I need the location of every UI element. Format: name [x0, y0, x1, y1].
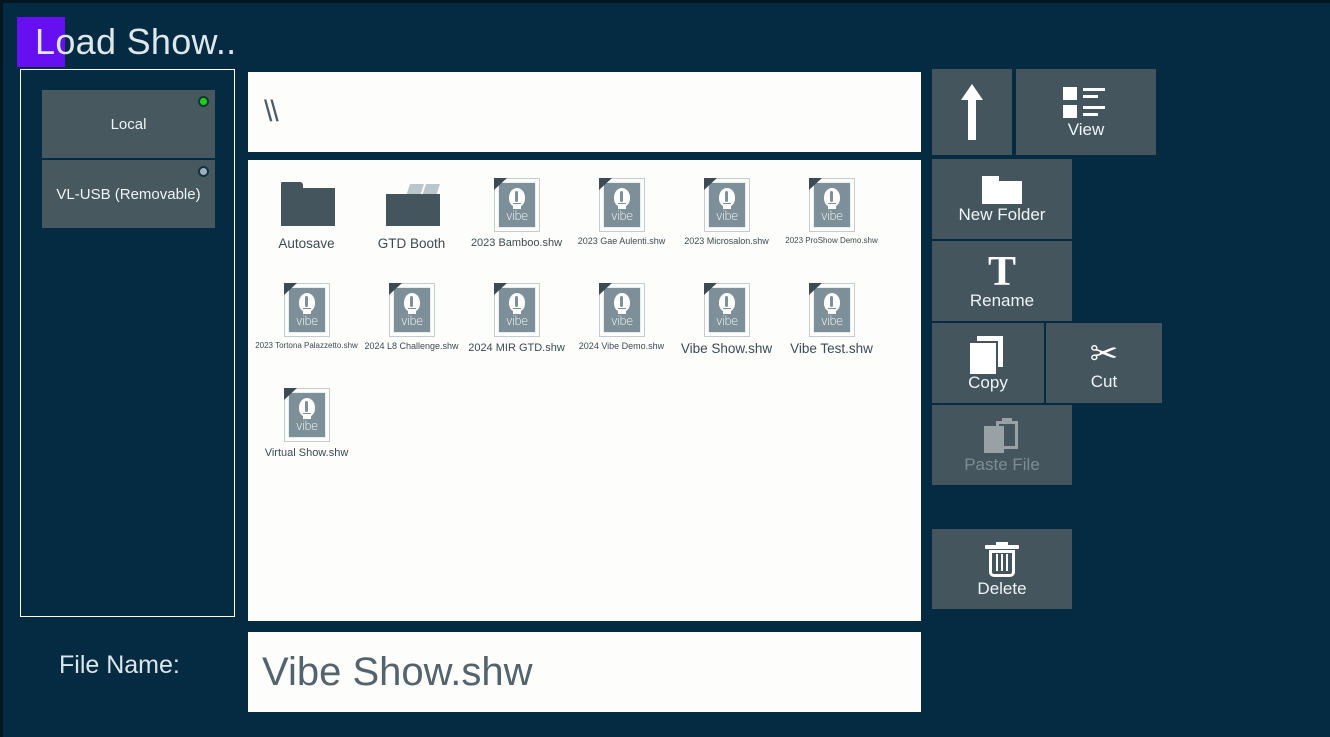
file-item[interactable]: vibe Virtual Show.shw [254, 380, 359, 485]
file-item-label: Virtual Show.shw [264, 447, 349, 459]
file-item-label: Vibe Show.shw [680, 341, 773, 356]
file-item-label: 2023 Microsalon.shw [684, 236, 769, 246]
shw-document-icon: vibe [382, 281, 442, 339]
rename-button[interactable]: T Rename [932, 241, 1072, 321]
copy-button-label: Copy [968, 372, 1008, 392]
navigate-up-button[interactable] [932, 69, 1012, 155]
file-item[interactable]: vibe 2023 Microsalon.shw [674, 170, 779, 275]
copy-button[interactable]: Copy [932, 323, 1044, 403]
trash-icon [984, 541, 1020, 578]
file-item[interactable]: vibe 2023 Tortona Palazzetto.shw [254, 275, 359, 380]
file-name-label: File Name: [59, 651, 180, 679]
drive-button-label: VL-USB (Removable) [56, 185, 201, 203]
file-item[interactable]: vibe Vibe Test.shw [779, 275, 884, 380]
drive-button-removable[interactable]: VL-USB (Removable) [42, 160, 215, 228]
drive-status-led [198, 166, 209, 177]
folder-icon [277, 176, 337, 234]
paste-file-button[interactable]: Paste File [932, 405, 1072, 485]
path-text: \\ [264, 95, 279, 128]
shw-document-icon: vibe [802, 281, 862, 339]
file-item[interactable]: vibe 2024 L8 Challenge.shw [359, 275, 464, 380]
shw-document-icon: vibe [487, 281, 547, 339]
clipboard-paste-icon [984, 417, 1020, 454]
shw-document-icon: vibe [697, 176, 757, 234]
file-item[interactable]: vibe 2023 Gae Aulenti.shw [569, 170, 674, 275]
text-t-icon: T [987, 248, 1016, 295]
file-item-label: 2024 MIR GTD.shw [468, 342, 565, 354]
file-item[interactable]: vibe 2024 MIR GTD.shw [464, 275, 569, 380]
drive-button-local[interactable]: Local [42, 90, 215, 158]
shw-document-icon: vibe [802, 176, 862, 234]
action-toolbar: View New Folder T Rename Copy ✂ Cut Past… [932, 69, 1172, 639]
file-item-label: 2023 Tortona Palazzetto.shw [255, 341, 358, 350]
rename-button-label: Rename [969, 290, 1035, 310]
file-item[interactable]: vibe Vibe Show.shw [674, 275, 779, 380]
cut-button-label: Cut [1090, 371, 1118, 391]
paste-file-button-label: Paste File [964, 454, 1040, 474]
new-folder-button[interactable]: New Folder [932, 159, 1072, 239]
scissors-icon: ✂ [1089, 334, 1119, 373]
up-arrow-icon [961, 84, 983, 140]
file-item[interactable]: vibe 2024 Vibe Demo.shw [569, 275, 674, 380]
file-name-input[interactable]: Vibe Show.shw [248, 632, 921, 712]
path-bar[interactable]: \\ [248, 72, 921, 152]
folder-item[interactable]: GTD Booth [359, 170, 464, 275]
file-item-label: Vibe Test.shw [790, 341, 873, 356]
file-item-label: 2023 Gae Aulenti.shw [577, 236, 666, 246]
file-item-label: 2024 Vibe Demo.shw [578, 341, 665, 351]
file-item-label: Autosave [278, 236, 335, 251]
file-item-label: 2023 Bamboo.shw [470, 237, 563, 249]
file-item[interactable]: vibe 2023 Bamboo.shw [464, 170, 569, 275]
drive-status-led [198, 96, 209, 107]
file-item-label: GTD Booth [377, 236, 446, 251]
list-view-icon [1063, 86, 1109, 119]
folder-icon [982, 175, 1022, 204]
shw-document-icon: vibe [592, 281, 652, 339]
file-item-label: 2023 ProShow Demo.shw [785, 236, 878, 245]
new-folder-button-label: New Folder [958, 204, 1046, 224]
drive-button-label: Local [110, 115, 147, 133]
delete-button[interactable]: Delete [932, 529, 1072, 609]
folder-with-contents-icon [382, 176, 442, 234]
file-name-value: Vibe Show.shw [262, 649, 533, 694]
shw-document-icon: vibe [697, 281, 757, 339]
folder-item[interactable]: Autosave [254, 170, 359, 275]
delete-button-label: Delete [977, 578, 1027, 598]
shw-document-icon: vibe [592, 176, 652, 234]
file-item[interactable]: vibe 2023 ProShow Demo.shw [779, 170, 884, 275]
page-title: Load Show.. [35, 21, 237, 62]
shw-document-icon: vibe [277, 386, 337, 444]
view-button[interactable]: View [1016, 69, 1156, 155]
copy-pages-icon [970, 335, 1006, 374]
drive-sidebar: Local VL-USB (Removable) [20, 69, 235, 617]
shw-document-icon: vibe [487, 176, 547, 234]
shw-document-icon: vibe [277, 281, 337, 339]
file-item-label: 2024 L8 Challenge.shw [364, 341, 459, 351]
window-title-bar: Load Show.. [17, 17, 236, 67]
file-list-panel[interactable]: Autosave GTD Booth vibe 2023 Bamboo.shw vibe… [248, 160, 921, 621]
view-button-label: View [1067, 119, 1105, 139]
cut-button[interactable]: ✂ Cut [1046, 323, 1162, 403]
